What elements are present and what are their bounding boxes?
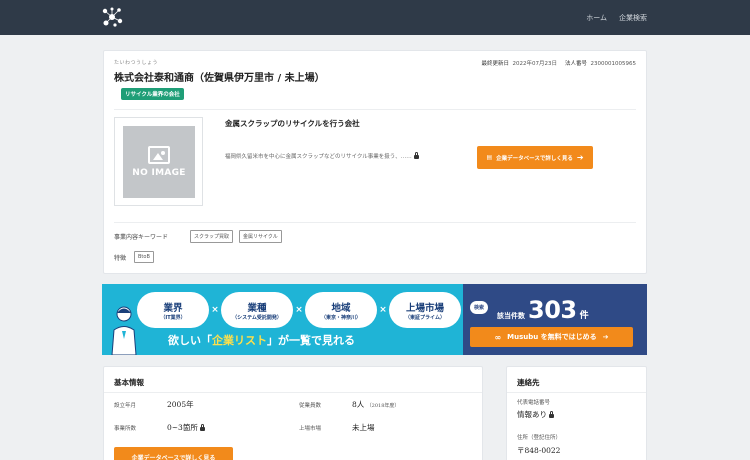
founded-label: 設立年月 bbox=[114, 403, 137, 409]
times-icon: × bbox=[211, 305, 219, 315]
updated-label: 最終更新日 bbox=[481, 61, 509, 67]
result-count: 該当件数 303 件 bbox=[497, 296, 589, 324]
no-image-text: NO IMAGE bbox=[132, 168, 186, 178]
filter-bubbles: 業界 （IT業界） × 業種 （システム受託開発） × 地域 （東京・神奈川） … bbox=[111, 292, 461, 328]
feature-chip[interactable]: BtoB bbox=[134, 251, 154, 263]
view-in-database-button[interactable]: ▤ 企業データベースで詳しく見る ➔ bbox=[477, 146, 593, 169]
founded-value: 2005年 bbox=[167, 400, 194, 409]
divider bbox=[114, 222, 636, 223]
banner-catchphrase: 欲しい「企業リスト」が一覧で見れる bbox=[168, 334, 355, 347]
market-label: 上場市場 bbox=[299, 426, 322, 432]
basic-info-card: 基本情報 設立年月 2005年 従業員数 8人 （2018年度） 事業所数 0~… bbox=[103, 366, 483, 460]
address-label: 住所（登記住所） bbox=[517, 435, 562, 441]
bubble-business-type: 業種 （システム受託開発） bbox=[221, 292, 293, 328]
search-pill: 検索 bbox=[470, 301, 489, 314]
basic-info-title: 基本情報 bbox=[114, 378, 144, 387]
features-label: 特徴 bbox=[114, 254, 127, 262]
offices-value: 0~3箇所 bbox=[167, 422, 205, 433]
bubble-industry: 業界 （IT業界） bbox=[137, 292, 209, 328]
times-icon: × bbox=[295, 305, 303, 315]
musubu-start-button[interactable]: ∞ Musubu を無料ではじめる ➔ bbox=[470, 327, 633, 347]
bubble-market: 上場市場 （東証プライム） bbox=[389, 292, 461, 328]
times-icon: × bbox=[379, 305, 387, 315]
musubu-logo-icon: ∞ bbox=[494, 332, 502, 342]
arrow-right-icon: ➔ bbox=[602, 333, 609, 341]
divider bbox=[104, 392, 482, 393]
company-name: 株式会社泰和通商（佐賀県伊万里市 / 未上場） bbox=[114, 73, 325, 84]
divider bbox=[114, 109, 636, 110]
company-furigana: たいわつうしょう bbox=[114, 60, 159, 66]
company-card: たいわつうしょう 最終更新日 2022年07月23日 法人番号 23000010… bbox=[103, 50, 647, 274]
divider bbox=[507, 392, 646, 393]
image-placeholder-icon bbox=[148, 146, 170, 164]
updated-value: 2022年07月23日 bbox=[512, 61, 557, 67]
nav-company-search-link[interactable]: 企業検索 bbox=[619, 13, 647, 23]
site-logo-icon[interactable] bbox=[101, 6, 123, 28]
company-description: 福岡県久留米市を中心に金属スクラップなどのリサイクル事業を扱う、…… bbox=[225, 152, 419, 160]
lock-icon bbox=[413, 152, 419, 159]
employees-label: 従業員数 bbox=[299, 403, 322, 409]
offices-label: 事業所数 bbox=[114, 426, 137, 432]
database-icon: ▤ bbox=[486, 154, 493, 161]
lock-icon bbox=[549, 411, 554, 418]
company-image: NO IMAGE bbox=[114, 117, 203, 206]
phone-value: 情報あり bbox=[517, 409, 554, 420]
contact-title: 連絡先 bbox=[517, 378, 540, 387]
corp-number-label: 法人番号 bbox=[564, 61, 587, 67]
nav-home-link[interactable]: ホーム bbox=[586, 13, 607, 23]
lock-icon bbox=[199, 424, 205, 431]
header-nav: ホーム 企業検索 bbox=[586, 13, 647, 23]
features-row: 特徴 BtoB bbox=[114, 251, 154, 263]
address-value: 〒848-0022 bbox=[517, 446, 561, 455]
company-headline: 金属スクラップのリサイクルを行う会社 bbox=[225, 119, 360, 128]
arrow-right-icon: ➔ bbox=[576, 153, 584, 162]
basic-info-database-button[interactable]: 企業データベースで詳しく見る bbox=[114, 447, 233, 460]
industry-badge[interactable]: リサイクル業界の会社 bbox=[121, 88, 184, 100]
bubble-region: 地域 （東京・神奈川） bbox=[305, 292, 377, 328]
keyword-chip[interactable]: 金属リサイクル bbox=[239, 230, 282, 243]
company-meta: 最終更新日 2022年07月23日 法人番号 2300001005965 bbox=[481, 59, 636, 67]
market-value: 未上場 bbox=[352, 423, 375, 432]
keywords-label: 事業内容キーワード bbox=[114, 234, 169, 241]
keywords-row: 事業内容キーワード スクラップ買取 金属リサイクル bbox=[114, 230, 282, 243]
employees-value: 8人 （2018年度） bbox=[352, 400, 400, 409]
top-navbar: ホーム 企業検索 bbox=[0, 0, 750, 35]
contact-card: 連絡先 代表電話番号 情報あり 住所（登記住所） 〒848-0022 bbox=[506, 366, 647, 460]
phone-label: 代表電話番号 bbox=[517, 400, 551, 406]
keyword-chip[interactable]: スクラップ買取 bbox=[190, 230, 234, 243]
corp-number-value: 2300001005965 bbox=[590, 61, 637, 67]
musubu-banner[interactable]: 業界 （IT業界） × 業種 （システム受託開発） × 地域 （東京・神奈川） … bbox=[102, 284, 647, 355]
